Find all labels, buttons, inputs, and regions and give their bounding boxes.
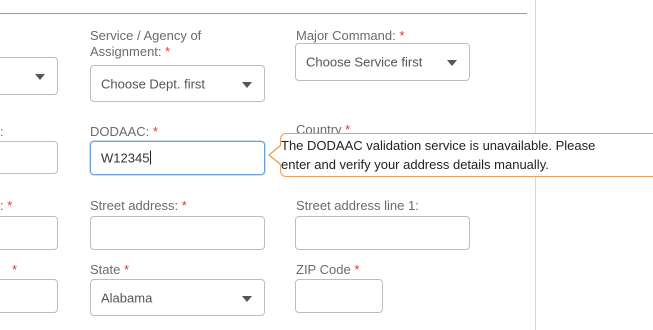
left-partial-select[interactable] [0, 57, 58, 95]
major-command-label: Major Command: * [296, 28, 405, 43]
service-agency-select[interactable]: Choose Dept. first [90, 65, 265, 102]
street-address-input[interactable] [90, 216, 265, 250]
left-partial-input-row2[interactable] [0, 141, 58, 174]
left-partial-label-row4: * [12, 262, 18, 277]
text-caret [150, 150, 152, 165]
zip-code-label: ZIP Code * [296, 262, 360, 277]
chevron-down-icon [447, 60, 457, 66]
street-address-label: Street address: * [90, 198, 187, 213]
service-agency-label: Service / Agency of Assignment: * [90, 28, 202, 59]
service-agency-value: Choose Dept. first [101, 76, 206, 91]
major-command-value: Choose Service first [306, 54, 423, 70]
zip-code-input[interactable] [295, 279, 383, 313]
section-divider [0, 13, 527, 14]
tooltip-arrow-fill [270, 146, 281, 164]
chevron-down-icon [242, 81, 252, 88]
left-partial-label-row3: : * [0, 198, 13, 213]
left-partial-label-row2: : [0, 124, 4, 139]
major-command-select[interactable]: Choose Service first [295, 43, 470, 81]
chevron-down-icon [242, 295, 252, 302]
dodaac-error-tooltip: The DODAAC validation service is unavail… [280, 133, 653, 177]
tooltip-line-1: The DODAAC validation service is unavail… [281, 138, 596, 153]
state-select[interactable]: Alabama [90, 279, 265, 316]
state-label: State * [90, 262, 130, 277]
state-value: Alabama [101, 290, 153, 305]
street-address-line1-label: Street address line 1: [296, 198, 419, 213]
dodaac-input[interactable]: W12345 [90, 141, 265, 175]
dodaac-value: W12345 [101, 150, 150, 166]
dodaac-label: DODAAC: * [90, 124, 158, 139]
chevron-down-icon [35, 74, 45, 80]
left-partial-input-row4[interactable] [0, 279, 58, 313]
left-partial-input-row3[interactable] [0, 216, 58, 250]
tooltip-line-2: enter and verify your address details ma… [281, 157, 549, 172]
street-address-line1-input[interactable] [295, 216, 470, 250]
